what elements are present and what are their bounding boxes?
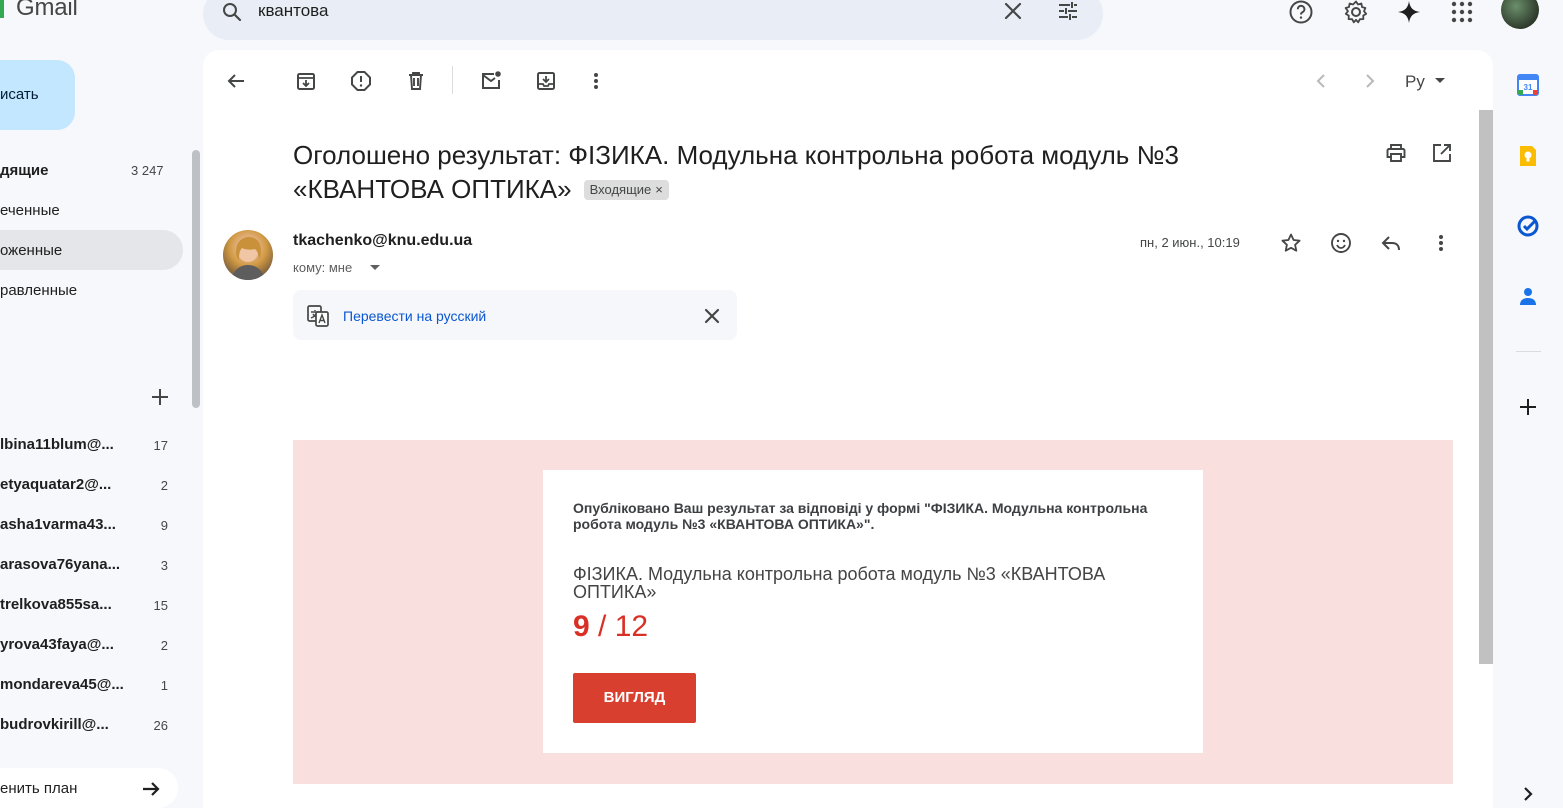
report-spam-icon[interactable] bbox=[349, 69, 373, 93]
label-chip-inbox[interactable]: Входящие × bbox=[583, 180, 669, 200]
gemini-sparkle-icon[interactable] bbox=[1396, 0, 1422, 25]
score: 9 / 12 bbox=[573, 610, 648, 644]
label-count: 26 bbox=[153, 718, 168, 733]
label-count: 2 bbox=[160, 638, 168, 653]
delete-trash-icon[interactable] bbox=[404, 69, 428, 93]
recipient-label: кому: мне bbox=[293, 260, 353, 275]
label-item[interactable]: lbina11blum@... bbox=[0, 436, 140, 453]
label-count: 3 bbox=[160, 558, 168, 573]
label-item[interactable]: asha1varma43... bbox=[0, 516, 140, 533]
mark-unread-icon[interactable] bbox=[479, 69, 503, 93]
close-icon[interactable] bbox=[700, 304, 724, 328]
input-language-label: Ру bbox=[1405, 72, 1425, 91]
nav-item-snoozed[interactable]: оженные bbox=[0, 242, 62, 259]
expand-side-panel-icon[interactable] bbox=[1516, 782, 1540, 806]
toolbar-divider bbox=[452, 66, 453, 94]
reply-icon[interactable] bbox=[1379, 231, 1403, 255]
label-item[interactable]: etyaquatar2@... bbox=[0, 476, 140, 493]
nav-inbox-count: 3 247 bbox=[131, 163, 164, 178]
view-score-button[interactable]: ВИГЛЯД bbox=[573, 673, 696, 723]
label-count: 2 bbox=[160, 478, 168, 493]
keep-icon[interactable] bbox=[1516, 144, 1540, 168]
score-value: 9 bbox=[573, 610, 590, 643]
label-item[interactable]: yrova43faya@... bbox=[0, 636, 140, 653]
contacts-icon[interactable] bbox=[1516, 284, 1540, 308]
move-to-icon[interactable] bbox=[534, 69, 558, 93]
label-item[interactable]: arasova76yana... bbox=[0, 556, 140, 573]
print-icon[interactable] bbox=[1384, 141, 1408, 165]
nav-item-inbox[interactable]: дящие bbox=[0, 162, 49, 179]
archive-icon[interactable] bbox=[294, 69, 318, 93]
score-total: / 12 bbox=[589, 610, 649, 643]
message-scrollbar[interactable] bbox=[1479, 110, 1493, 664]
back-arrow-icon[interactable] bbox=[224, 69, 248, 93]
search-input[interactable]: квантова bbox=[258, 1, 328, 21]
input-language-selector[interactable]: Ру bbox=[1405, 72, 1425, 92]
rail-divider bbox=[1516, 351, 1541, 352]
nav-item-starred[interactable]: еченные bbox=[0, 202, 60, 219]
left-nav-scrollbar[interactable] bbox=[192, 150, 200, 408]
remove-label-icon[interactable]: × bbox=[655, 182, 663, 197]
subject-line-1: Оголошено результат: ФІЗИКА. Модульна ко… bbox=[293, 140, 1179, 170]
label-chip-text: Входящие bbox=[589, 182, 652, 197]
account-avatar[interactable] bbox=[1501, 0, 1539, 29]
clear-search-icon[interactable] bbox=[1001, 0, 1025, 23]
result-notice: Опубліковано Ваш результат за відповіді … bbox=[573, 500, 1148, 532]
tasks-icon[interactable] bbox=[1516, 214, 1540, 238]
label-item[interactable]: trelkova855sa... bbox=[0, 596, 140, 613]
form-title: ФІЗИКА. Модульна контрольна робота модул… bbox=[573, 564, 1106, 602]
label-item[interactable]: budrovkirill@... bbox=[0, 716, 140, 733]
calendar-icon[interactable]: 31 bbox=[1516, 73, 1540, 97]
gmail-logo-mark bbox=[0, 0, 4, 18]
search-icon[interactable] bbox=[220, 0, 244, 24]
newer-chevron-left-icon[interactable] bbox=[1309, 69, 1333, 93]
label-count: 1 bbox=[160, 678, 168, 693]
add-addon-icon[interactable] bbox=[1516, 395, 1540, 419]
sender-avatar[interactable] bbox=[223, 230, 273, 280]
nav-item-sent[interactable]: равленные bbox=[0, 282, 77, 299]
label-count: 15 bbox=[153, 598, 168, 613]
svg-text:31: 31 bbox=[1524, 83, 1533, 92]
add-label-icon[interactable] bbox=[148, 385, 172, 409]
search-options-icon[interactable] bbox=[1056, 0, 1080, 23]
arrow-right-icon bbox=[139, 777, 163, 801]
caret-down-icon[interactable] bbox=[1435, 78, 1445, 83]
translate-icon bbox=[307, 305, 329, 327]
help-icon[interactable] bbox=[1288, 0, 1314, 25]
subject-line-2: «КВАНТОВА ОПТИКА» bbox=[293, 174, 572, 204]
search-bar[interactable] bbox=[203, 0, 1103, 40]
apps-grid-icon[interactable] bbox=[1449, 0, 1475, 25]
settings-gear-icon[interactable] bbox=[1343, 0, 1369, 25]
older-chevron-right-icon[interactable] bbox=[1358, 69, 1382, 93]
open-in-new-window-icon[interactable] bbox=[1430, 141, 1454, 165]
label-count: 9 bbox=[160, 518, 168, 533]
message-more-icon[interactable] bbox=[1429, 231, 1453, 255]
label-count: 17 bbox=[153, 438, 168, 453]
star-icon[interactable] bbox=[1279, 231, 1303, 255]
sender-email[interactable]: tkachenko@knu.edu.ua bbox=[293, 232, 472, 250]
gmail-logo[interactable]: Gmail bbox=[16, 0, 78, 22]
more-options-icon[interactable] bbox=[584, 69, 608, 93]
subject-heading: Оголошено результат: ФІЗИКА. Модульна ко… bbox=[293, 138, 1353, 206]
emoji-reaction-icon[interactable] bbox=[1329, 231, 1353, 255]
upgrade-plan-label: енить план bbox=[0, 780, 78, 797]
label-item[interactable]: mondareva45@... bbox=[0, 676, 140, 693]
compose-label: исать bbox=[0, 86, 39, 103]
show-details-caret-icon[interactable] bbox=[370, 265, 380, 270]
message-date: пн, 2 июн., 10:19 bbox=[1140, 235, 1240, 250]
translate-link[interactable]: Перевести на русский bbox=[343, 308, 486, 324]
